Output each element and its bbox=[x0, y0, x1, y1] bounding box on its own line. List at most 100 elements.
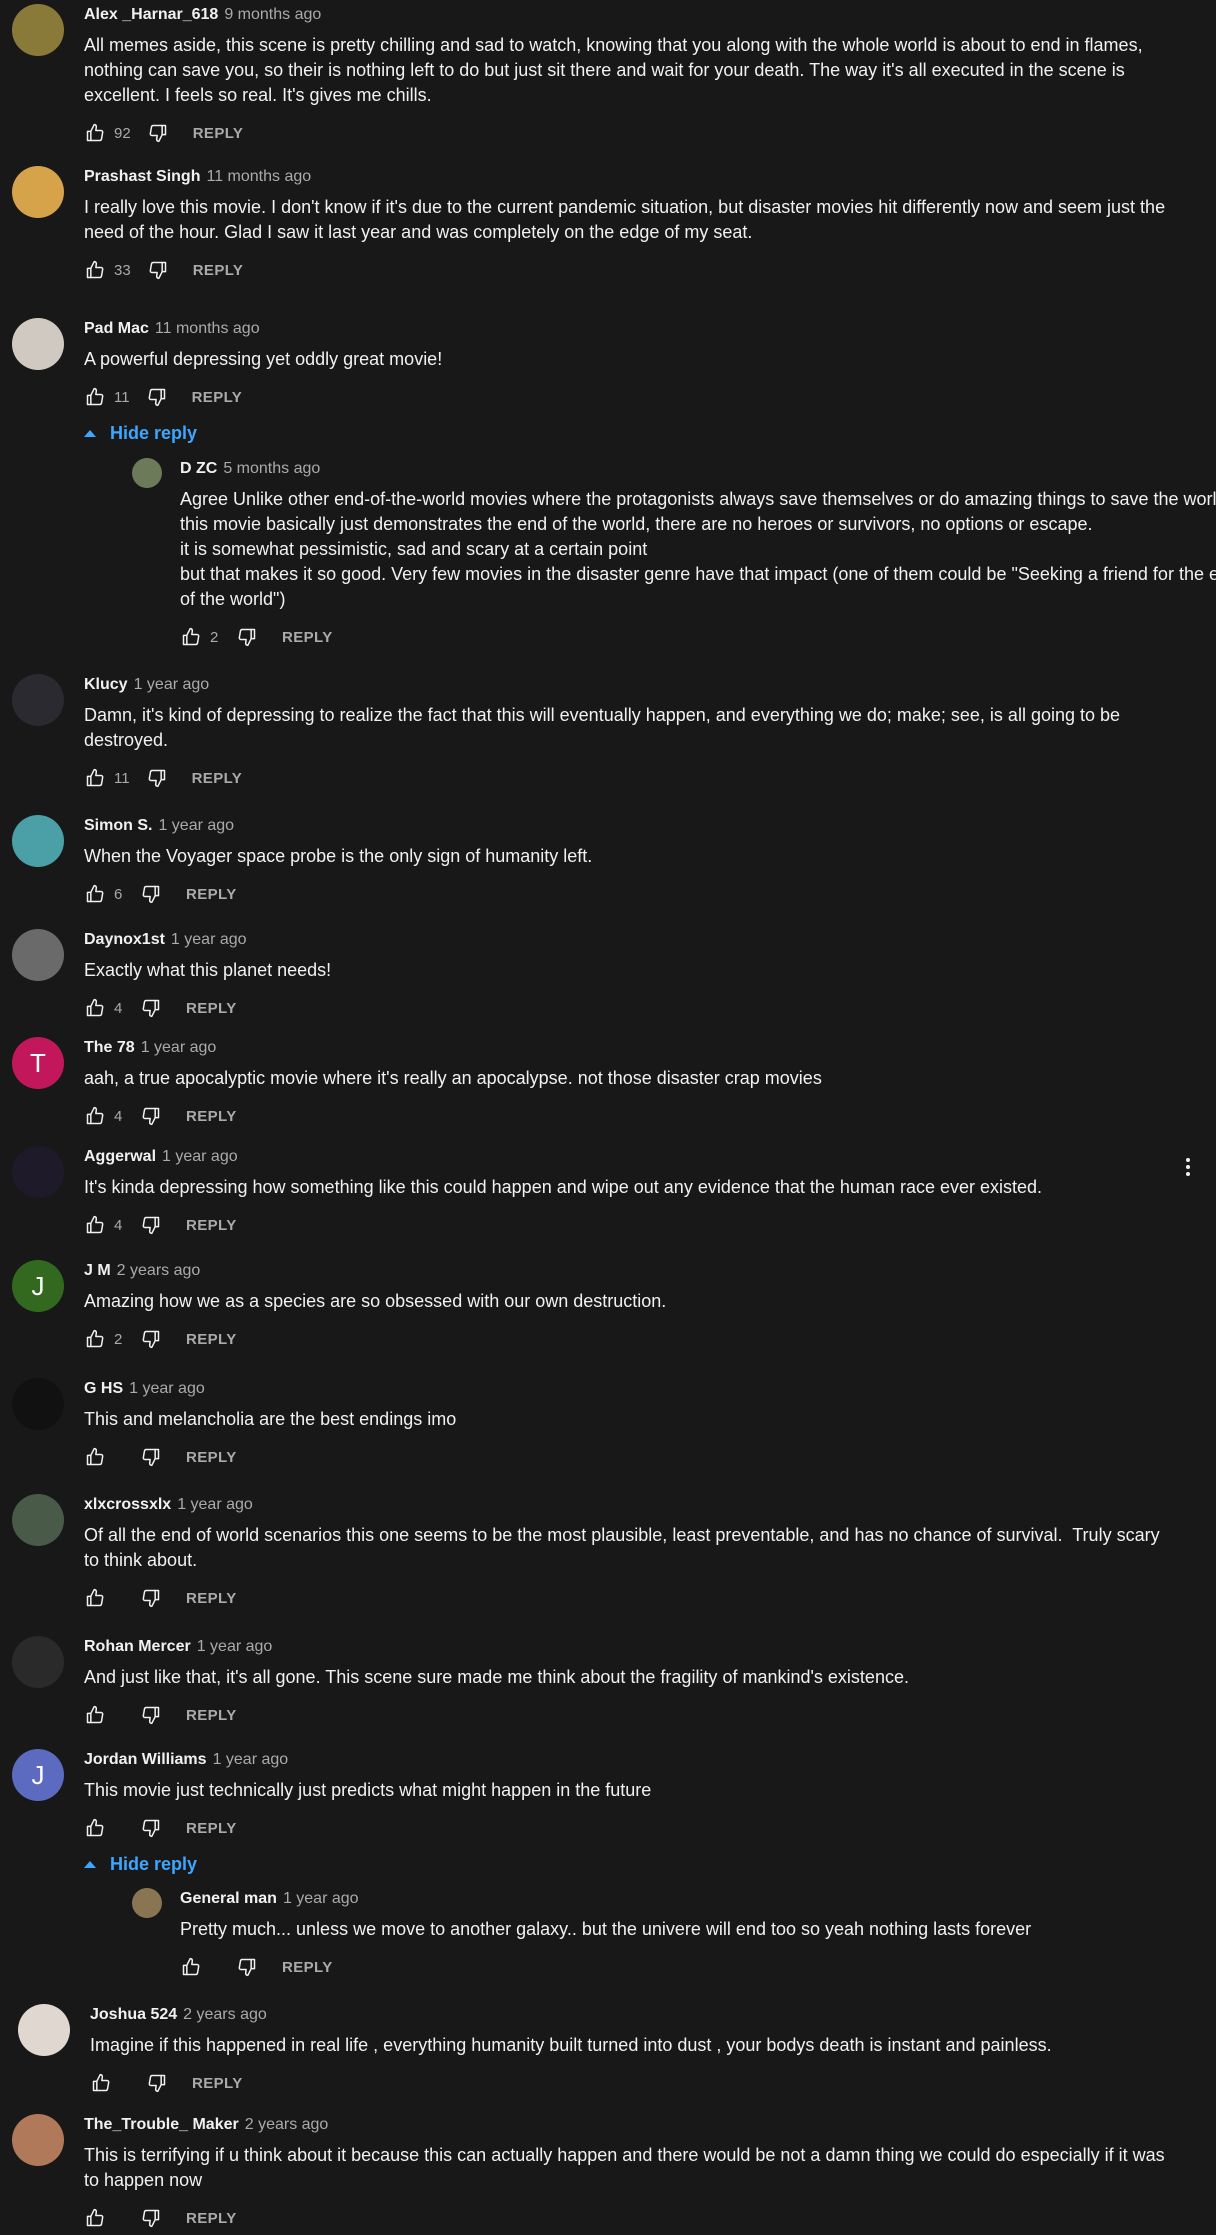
timestamp[interactable]: 1 year ago bbox=[213, 1751, 289, 1768]
like-icon[interactable] bbox=[180, 1956, 202, 1978]
reply-button[interactable]: REPLY bbox=[282, 1959, 333, 1976]
avatar[interactable] bbox=[12, 929, 64, 981]
reply-button[interactable]: REPLY bbox=[186, 1449, 237, 1466]
avatar[interactable] bbox=[12, 1146, 64, 1198]
author-name[interactable]: Rohan Mercer bbox=[84, 1638, 191, 1655]
like-icon[interactable] bbox=[84, 767, 106, 789]
author-name[interactable]: Aggerwal bbox=[84, 1148, 156, 1165]
dislike-icon[interactable] bbox=[146, 767, 168, 789]
author-name[interactable]: Prashast Singh bbox=[84, 168, 200, 185]
timestamp[interactable]: 11 months ago bbox=[206, 168, 311, 185]
avatar[interactable]: J bbox=[12, 1260, 64, 1312]
author-name[interactable]: Klucy bbox=[84, 676, 128, 693]
reply-button[interactable]: REPLY bbox=[186, 1820, 237, 1837]
reply-button[interactable]: REPLY bbox=[192, 389, 243, 406]
timestamp[interactable]: 5 months ago bbox=[223, 460, 320, 477]
dislike-icon[interactable] bbox=[140, 1105, 162, 1127]
avatar[interactable] bbox=[132, 458, 162, 488]
avatar[interactable] bbox=[12, 1636, 64, 1688]
reply-button[interactable]: REPLY bbox=[186, 1331, 237, 1348]
dislike-icon[interactable] bbox=[140, 1214, 162, 1236]
reply-button[interactable]: REPLY bbox=[186, 1707, 237, 1724]
avatar[interactable]: T bbox=[12, 1037, 64, 1089]
hide-reply-button[interactable]: Hide reply bbox=[84, 1854, 197, 1875]
reply-button[interactable]: REPLY bbox=[186, 1590, 237, 1607]
avatar[interactable] bbox=[12, 1378, 64, 1430]
reply-button[interactable]: REPLY bbox=[186, 886, 237, 903]
author-name[interactable]: D ZC bbox=[180, 460, 217, 477]
author-name[interactable]: Joshua 524 bbox=[90, 2006, 177, 2023]
reply-button[interactable]: REPLY bbox=[282, 629, 333, 646]
like-icon[interactable] bbox=[84, 1328, 106, 1350]
avatar[interactable] bbox=[12, 674, 64, 726]
dislike-icon[interactable] bbox=[236, 626, 258, 648]
dislike-icon[interactable] bbox=[140, 883, 162, 905]
dislike-icon[interactable] bbox=[140, 2207, 162, 2229]
like-icon[interactable] bbox=[84, 2207, 106, 2229]
avatar[interactable]: J bbox=[12, 1749, 64, 1801]
reply-button[interactable]: REPLY bbox=[193, 262, 244, 279]
timestamp[interactable]: 11 months ago bbox=[155, 320, 260, 337]
dislike-icon[interactable] bbox=[140, 1587, 162, 1609]
avatar[interactable] bbox=[12, 166, 64, 218]
author-name[interactable]: Jordan Williams bbox=[84, 1751, 207, 1768]
timestamp[interactable]: 2 years ago bbox=[245, 2116, 329, 2133]
author-name[interactable]: Pad Mac bbox=[84, 320, 149, 337]
timestamp[interactable]: 9 months ago bbox=[224, 6, 321, 23]
timestamp[interactable]: 1 year ago bbox=[177, 1496, 253, 1513]
dislike-icon[interactable] bbox=[140, 1328, 162, 1350]
timestamp[interactable]: 1 year ago bbox=[171, 931, 247, 948]
dislike-icon[interactable] bbox=[236, 1956, 258, 1978]
reply-button[interactable]: REPLY bbox=[192, 770, 243, 787]
reply-button[interactable]: REPLY bbox=[186, 2210, 237, 2227]
reply-button[interactable]: REPLY bbox=[192, 2075, 243, 2092]
like-icon[interactable] bbox=[84, 1214, 106, 1236]
avatar[interactable] bbox=[18, 2004, 70, 2056]
author-name[interactable]: Simon S. bbox=[84, 817, 152, 834]
dislike-icon[interactable] bbox=[146, 386, 168, 408]
dislike-icon[interactable] bbox=[147, 122, 169, 144]
author-name[interactable]: G HS bbox=[84, 1380, 123, 1397]
avatar[interactable] bbox=[12, 1494, 64, 1546]
reply-button[interactable]: REPLY bbox=[186, 1108, 237, 1125]
like-icon[interactable] bbox=[84, 1817, 106, 1839]
like-icon[interactable] bbox=[90, 2072, 112, 2094]
timestamp[interactable]: 1 year ago bbox=[197, 1638, 273, 1655]
hide-reply-button[interactable]: Hide reply bbox=[84, 423, 197, 444]
author-name[interactable]: xlxcrossxlx bbox=[84, 1496, 171, 1513]
like-icon[interactable] bbox=[84, 1446, 106, 1468]
timestamp[interactable]: 1 year ago bbox=[162, 1148, 238, 1165]
dislike-icon[interactable] bbox=[140, 1446, 162, 1468]
avatar[interactable] bbox=[12, 4, 64, 56]
dislike-icon[interactable] bbox=[140, 997, 162, 1019]
like-icon[interactable] bbox=[84, 1587, 106, 1609]
author-name[interactable]: J M bbox=[84, 1262, 111, 1279]
dislike-icon[interactable] bbox=[140, 1817, 162, 1839]
like-icon[interactable] bbox=[84, 122, 106, 144]
avatar[interactable] bbox=[132, 1888, 162, 1918]
dislike-icon[interactable] bbox=[147, 259, 169, 281]
more-options-icon[interactable] bbox=[1186, 1158, 1190, 1176]
author-name[interactable]: General man bbox=[180, 1890, 277, 1907]
timestamp[interactable]: 1 year ago bbox=[283, 1890, 359, 1907]
author-name[interactable]: The 78 bbox=[84, 1039, 135, 1056]
like-icon[interactable] bbox=[84, 1105, 106, 1127]
timestamp[interactable]: 2 years ago bbox=[117, 1262, 201, 1279]
like-icon[interactable] bbox=[84, 997, 106, 1019]
timestamp[interactable]: 2 years ago bbox=[183, 2006, 267, 2023]
avatar[interactable] bbox=[12, 2114, 64, 2166]
reply-button[interactable]: REPLY bbox=[186, 1000, 237, 1017]
like-icon[interactable] bbox=[84, 259, 106, 281]
dislike-icon[interactable] bbox=[146, 2072, 168, 2094]
timestamp[interactable]: 1 year ago bbox=[141, 1039, 217, 1056]
reply-button[interactable]: REPLY bbox=[186, 1217, 237, 1234]
author-name[interactable]: Daynox1st bbox=[84, 931, 165, 948]
dislike-icon[interactable] bbox=[140, 1704, 162, 1726]
like-icon[interactable] bbox=[84, 386, 106, 408]
avatar[interactable] bbox=[12, 815, 64, 867]
like-icon[interactable] bbox=[84, 1704, 106, 1726]
author-name[interactable]: Alex _Harnar_618 bbox=[84, 6, 218, 23]
avatar[interactable] bbox=[12, 318, 64, 370]
author-name[interactable]: The_Trouble_ Maker bbox=[84, 2116, 239, 2133]
like-icon[interactable] bbox=[84, 883, 106, 905]
